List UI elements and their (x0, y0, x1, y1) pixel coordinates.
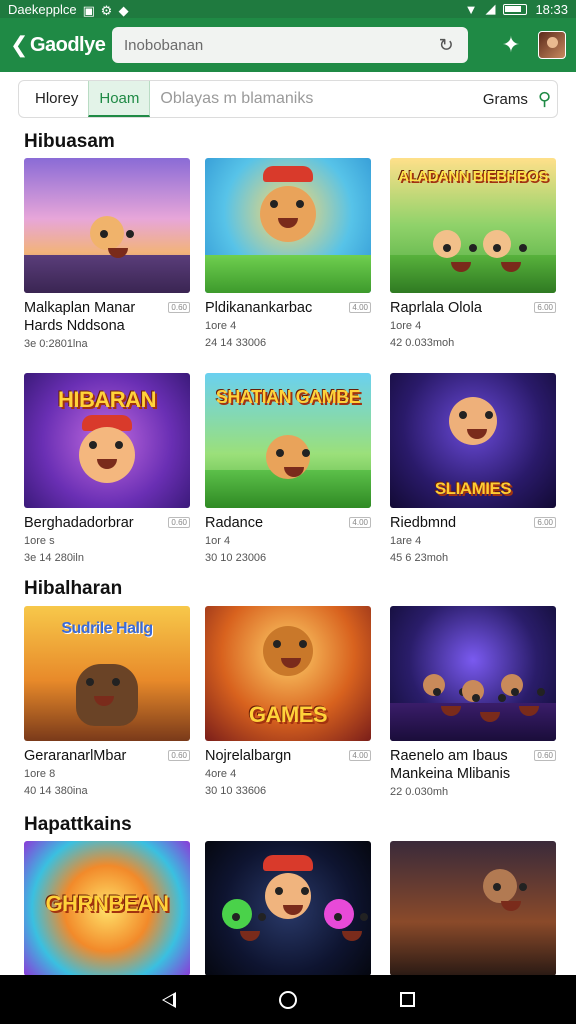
game-card[interactable] (390, 841, 556, 976)
system-nav-bar (0, 975, 576, 1024)
game-thumbnail[interactable]: ALADANN BIEBHBOS (390, 158, 556, 293)
app-bar: ❮ Gaodlye ↻ ✦ (0, 18, 576, 72)
back-arrow-icon[interactable]: ❮ (10, 32, 28, 58)
rating-badge: 4.00 (349, 517, 371, 528)
rating-badge: 0.60 (168, 302, 190, 313)
thumbnail-logo: SLIAMIES (434, 479, 512, 498)
game-card[interactable]: SHATIAN GAMBE Radance 4.00 1or 4 30 10 2… (205, 373, 371, 566)
game-title: Pldikanankarbac (205, 300, 313, 316)
rewards-icon[interactable]: ✦ (498, 32, 524, 58)
refresh-icon[interactable]: ↻ (436, 35, 456, 55)
game-meta: 22 0.030mh (390, 786, 449, 798)
thumbnail-logo: Sudrile Hallg (61, 620, 153, 637)
game-card[interactable]: ALADANN BIEBHBOS Raprlala Olola 6.00 1or… (390, 158, 556, 351)
game-thumbnail[interactable]: SLIAMIES (390, 373, 556, 508)
thumbnail-logo: HIBARAN (58, 387, 156, 412)
game-title: Berghadadorbrar (24, 515, 134, 531)
games-filter-label[interactable]: Grams (483, 91, 528, 108)
tab-history[interactable]: Hlorey (25, 81, 88, 117)
game-title: Riedbmnd (390, 515, 457, 531)
carrier-text: Daekepplce (8, 1, 77, 17)
game-card[interactable]: GHRNBEAN (24, 841, 190, 976)
game-meta: 1are 4 (390, 535, 422, 547)
game-card[interactable]: Pldikanankarbac 4.00 1ore 4 24 14 33006 (205, 158, 371, 351)
rating-badge: 4.00 (349, 302, 371, 313)
brand-logo[interactable]: ❮ Gaodlye (10, 32, 110, 58)
rating-badge: 0.60 (168, 750, 190, 761)
rating-badge: 0.60 (168, 517, 190, 528)
wifi-icon: ▼ (464, 1, 478, 17)
notification-icon: ▣ (82, 3, 95, 18)
game-thumbnail[interactable] (390, 841, 556, 976)
game-meta: 45 6 23moh (390, 552, 449, 564)
thumbnail-logo: GHRNBEAN (45, 891, 169, 916)
tab-home[interactable]: Hoam (88, 81, 151, 117)
location-icon: ◆ (118, 3, 129, 18)
game-title: Malkaplan Manar Hards Nddsona (24, 300, 136, 334)
rating-badge: 0.60 (534, 750, 556, 761)
game-meta: 30 10 33606 (205, 785, 267, 797)
game-card[interactable]: Sudrile Hallg GeraranarlMbar 0.60 1ore 8… (24, 606, 190, 799)
game-meta: 30 10 23006 (205, 552, 267, 564)
game-title: Nojrelalbargn (205, 748, 292, 764)
game-meta: 1ore s (24, 535, 55, 547)
game-meta: 42 0.033moh (390, 337, 455, 349)
game-title: Raenelo am Ibaus Mankeina Mlibanis (390, 748, 511, 782)
game-card[interactable]: GAMES Nojrelalbargn 4.00 4ore 4 30 10 33… (205, 606, 371, 799)
section-title: Hibuasam (24, 131, 115, 152)
game-meta: 1ore 8 (24, 768, 56, 780)
nav-back-icon[interactable] (161, 991, 176, 1008)
rating-badge: 6.00 (534, 302, 556, 313)
nav-home-icon[interactable] (278, 990, 297, 1009)
game-meta: 4ore 4 (205, 768, 237, 780)
game-card[interactable]: Malkaplan Manar Hards Nddsona 0.60 3e 0:… (24, 158, 190, 352)
avatar[interactable] (538, 31, 566, 59)
tab-filter-placeholder[interactable]: Oblayas m blamaniks (150, 81, 323, 117)
game-meta: 40 14 380ina (24, 785, 88, 797)
brand-name: Gaodlye (29, 33, 106, 56)
thumbnail-logo: ALADANN BIEBHBOS (398, 168, 548, 185)
thumbnail-logo: GAMES (248, 702, 328, 727)
thumbnail-logo: SHATIAN GAMBE (215, 387, 361, 407)
search-icon[interactable]: ⚲ (538, 89, 551, 110)
search-box[interactable]: ↻ (112, 27, 468, 63)
section-title: Hapattkains (24, 814, 132, 835)
clock: 18:33 (535, 1, 568, 17)
section-title: Hibalharan (24, 578, 123, 599)
game-meta: 1or 4 (205, 535, 231, 547)
game-thumbnail[interactable]: GHRNBEAN (24, 841, 190, 976)
game-thumbnail[interactable] (390, 606, 556, 741)
game-thumbnail[interactable] (205, 841, 371, 976)
game-meta: 3e 14 280iln (24, 552, 84, 564)
game-title: Raprlala Olola (390, 300, 482, 316)
game-meta: 3e 0:2801lna (24, 338, 88, 350)
search-input[interactable] (124, 36, 436, 54)
status-bar: Daekepplce ▣ ⚙ ◆ ▼ ◢ 18:33 (0, 0, 576, 18)
settings-icon: ⚙ (100, 3, 113, 18)
game-meta: 24 14 33006 (205, 337, 267, 349)
game-thumbnail[interactable]: HIBARAN (24, 373, 190, 508)
game-title: Radance (205, 515, 264, 531)
game-card[interactable]: HIBARAN Berghadadorbrar 0.60 1ore s 3e 1… (24, 373, 190, 566)
signal-icon: ◢ (485, 1, 496, 16)
rating-badge: 6.00 (534, 517, 556, 528)
nav-recents-icon[interactable] (399, 992, 415, 1007)
battery-icon (503, 3, 528, 15)
game-card[interactable] (205, 841, 371, 976)
game-thumbnail[interactable]: Sudrile Hallg (24, 606, 190, 741)
game-thumbnail[interactable]: SHATIAN GAMBE (205, 373, 371, 508)
game-meta: 1ore 4 (390, 320, 422, 332)
game-card[interactable]: Raenelo am Ibaus Mankeina Mlibanis 0.60 … (390, 606, 556, 800)
game-card[interactable]: SLIAMIES Riedbmnd 6.00 1are 4 45 6 23moh (390, 373, 556, 566)
game-thumbnail[interactable] (24, 158, 190, 293)
game-thumbnail[interactable]: GAMES (205, 606, 371, 741)
game-thumbnail[interactable] (205, 158, 371, 293)
rating-badge: 4.00 (349, 750, 371, 761)
filter-bar: Hlorey Hoam Oblayas m blamaniks Grams ⚲ (18, 80, 558, 118)
game-meta: 1ore 4 (205, 320, 237, 332)
game-title: GeraranarlMbar (24, 748, 127, 764)
